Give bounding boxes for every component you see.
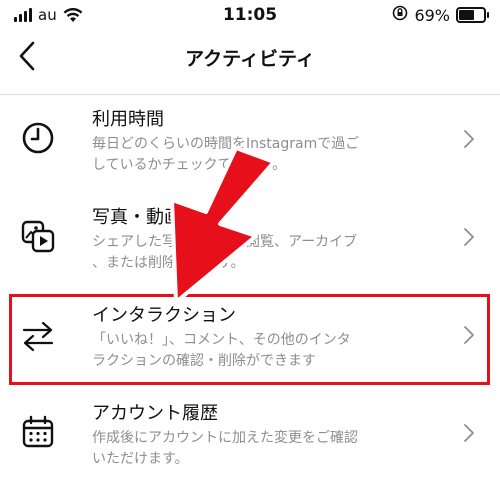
menu-item-description: いただけます。 — [92, 451, 189, 467]
menu-item-account-history[interactable]: アカウント履歴 作成後にアカウントに加えた変更をご確認 いただけます。 — [0, 402, 500, 482]
menu-item-description: シェアした写真や動画を閲覧、アーカイブ — [92, 234, 358, 250]
calendar-icon — [20, 414, 56, 450]
clock-icon — [20, 120, 56, 156]
photos-videos-icon — [20, 218, 56, 254]
battery-percent: 69% — [414, 5, 450, 25]
menu-item-title: 利用時間 — [92, 109, 164, 130]
divider — [0, 94, 500, 95]
battery-fill — [459, 10, 474, 20]
menu-item-description: 、または削除できます。 — [92, 255, 245, 271]
nav-bar: アクティビティ — [0, 30, 500, 82]
chevron-right-icon — [462, 128, 476, 150]
menu-item-description: しているかチェックできます。 — [92, 157, 287, 173]
status-right: 69% — [392, 5, 489, 25]
chevron-right-icon — [462, 226, 476, 248]
chevron-right-icon — [462, 422, 476, 444]
orientation-lock-icon — [392, 5, 408, 25]
menu-item-title: 写真・動画 — [92, 207, 182, 228]
highlight-box — [9, 294, 490, 385]
menu-item-description: 作成後にアカウントに加えた変更をご確認 — [92, 430, 358, 446]
menu-item-description: 毎日どのくらいの時間をInstagramで過ご — [92, 136, 360, 152]
menu-item-title: アカウント履歴 — [92, 403, 218, 424]
battery-icon — [456, 7, 489, 23]
menu-item-time-spent[interactable]: 利用時間 毎日どのくらいの時間をInstagramで過ご しているかチェックでき… — [0, 108, 500, 188]
page-title: アクティビティ — [185, 48, 315, 70]
menu-item-photos-videos[interactable]: 写真・動画 シェアした写真や動画を閲覧、アーカイブ 、または削除できます。 — [0, 206, 500, 286]
status-bar: au 11:05 69% — [0, 0, 500, 30]
